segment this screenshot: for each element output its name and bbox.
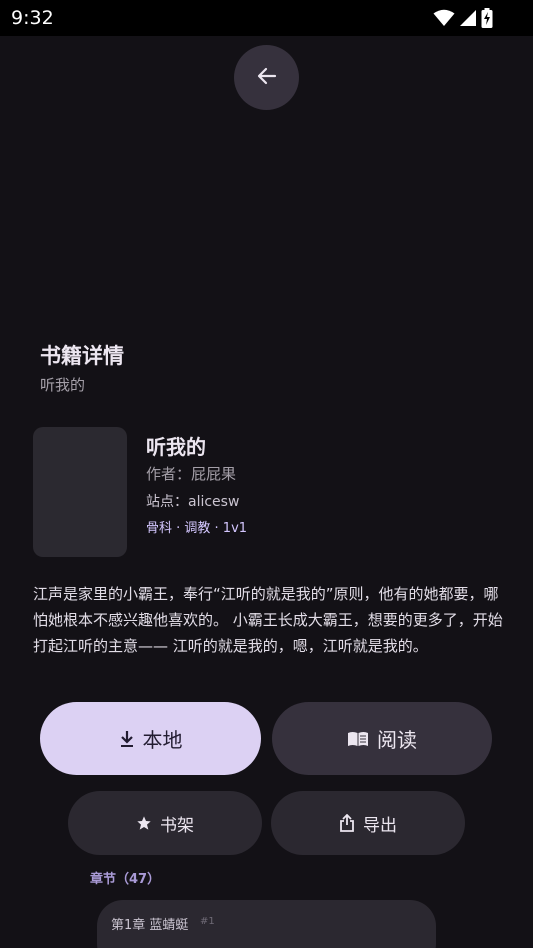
chapter-title: 第1章 蓝蜻蜓	[111, 918, 189, 933]
chapters-header: 章节（47）	[90, 872, 161, 887]
status-time: 9:32	[11, 7, 54, 29]
bookshelf-button-label: 书架	[160, 815, 194, 836]
bookshelf-button[interactable]: 书架	[68, 791, 262, 855]
page-title: 书籍详情	[40, 344, 124, 368]
book-author: 作者：屁屁果	[146, 465, 237, 483]
chapter-item[interactable]: 第1章 蓝蜻蜓 #1	[97, 900, 436, 948]
book-site: 站点：alicesw	[146, 494, 240, 510]
export-button-label: 导出	[363, 815, 397, 836]
read-button[interactable]: 阅读	[272, 702, 492, 775]
battery-charging-icon	[481, 8, 493, 28]
star-icon	[136, 815, 152, 831]
book-detail-screen: 9:32 书籍详情 听我的 听我的 作者：屁屁果 站点：alicesw 骨科 ·…	[0, 0, 533, 948]
local-button-label: 本地	[142, 728, 183, 752]
book-open-icon	[347, 730, 369, 748]
export-button[interactable]: 导出	[271, 791, 465, 855]
download-icon	[119, 730, 135, 748]
status-bar: 9:32	[0, 0, 533, 36]
book-tags: 骨科 · 调教 · 1v1	[146, 521, 248, 536]
chapter-number: #1	[200, 916, 215, 927]
wifi-icon	[433, 9, 455, 27]
book-title: 听我的	[146, 435, 206, 459]
read-button-label: 阅读	[377, 728, 417, 752]
page-subtitle: 听我的	[40, 376, 86, 394]
back-button[interactable]	[234, 45, 299, 110]
share-icon	[339, 814, 355, 832]
book-description: 江声是家里的小霸王，奉行“江听的就是我的”原则，他有的她都要，哪怕她根本不感兴趣…	[33, 585, 503, 655]
arrow-left-icon	[255, 64, 279, 92]
local-button[interactable]: 本地	[40, 702, 261, 775]
book-cover	[33, 427, 127, 557]
status-icons	[433, 8, 493, 28]
signal-icon	[459, 9, 477, 27]
